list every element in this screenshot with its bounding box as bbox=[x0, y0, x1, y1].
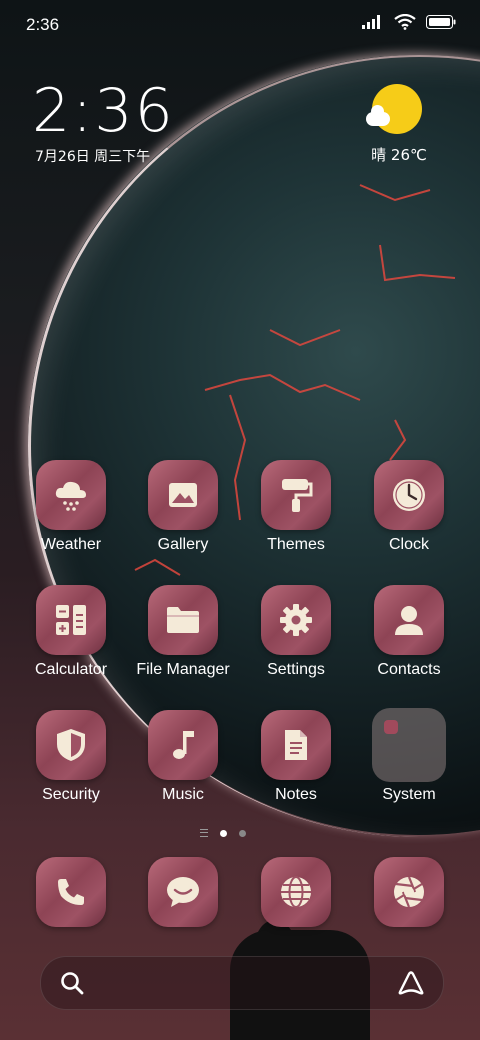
wifi-icon bbox=[394, 14, 416, 30]
messages-app-tile[interactable] bbox=[148, 857, 218, 927]
cloud-icon bbox=[366, 105, 390, 126]
status-bar: 2:36 bbox=[0, 0, 480, 50]
folder-mini-app-icon bbox=[384, 720, 398, 734]
app-label: Themes bbox=[267, 536, 325, 553]
music-note-icon bbox=[173, 731, 194, 759]
weather-text: 晴 26℃ bbox=[371, 146, 427, 164]
themes-app-tile[interactable] bbox=[261, 460, 331, 530]
message-bubble-icon bbox=[167, 877, 199, 907]
assistant-icon[interactable] bbox=[397, 971, 425, 995]
calculator-app-tile[interactable] bbox=[36, 585, 106, 655]
battery-icon bbox=[426, 15, 456, 29]
paint-roller-icon bbox=[282, 479, 313, 512]
clock-app-tile[interactable] bbox=[374, 460, 444, 530]
notes-app-tile[interactable] bbox=[261, 710, 331, 780]
folder-system[interactable]: System bbox=[354, 708, 464, 804]
app-label: Music bbox=[162, 786, 204, 803]
app-settings[interactable]: Settings bbox=[241, 585, 351, 679]
dock-camera[interactable] bbox=[354, 857, 464, 927]
app-label: Calculator bbox=[34, 661, 108, 678]
person-icon bbox=[395, 606, 423, 635]
app-label: Clock bbox=[388, 536, 429, 553]
dock-phone[interactable] bbox=[16, 857, 126, 927]
security-app-tile[interactable] bbox=[36, 710, 106, 780]
weather-app-tile[interactable] bbox=[36, 460, 106, 530]
phone-icon bbox=[58, 879, 84, 905]
app-label: Gallery bbox=[157, 536, 209, 553]
widget-date[interactable]: 7月26日 周三下午 bbox=[35, 146, 150, 166]
app-contacts[interactable]: Contacts bbox=[354, 585, 464, 679]
dock-browser[interactable] bbox=[241, 857, 351, 927]
app-weather[interactable]: Weather bbox=[16, 460, 126, 554]
search-icon[interactable] bbox=[59, 970, 85, 996]
clock-icon bbox=[393, 479, 425, 511]
gallery-image-icon bbox=[169, 483, 197, 507]
phone-app-tile[interactable] bbox=[36, 857, 106, 927]
globe-icon bbox=[281, 876, 311, 908]
app-music[interactable]: Music bbox=[128, 710, 238, 804]
app-calculator[interactable]: Calculator bbox=[16, 585, 126, 679]
app-clock[interactable]: Clock bbox=[354, 460, 464, 554]
page-indicator[interactable] bbox=[200, 829, 246, 837]
camera-app-tile[interactable] bbox=[374, 857, 444, 927]
gallery-app-tile[interactable] bbox=[148, 460, 218, 530]
folder-icon bbox=[167, 607, 199, 633]
calculator-icon bbox=[56, 605, 86, 635]
settings-app-tile[interactable] bbox=[261, 585, 331, 655]
app-themes[interactable]: Themes bbox=[241, 460, 351, 554]
app-file-manager[interactable]: File Manager bbox=[128, 585, 238, 679]
browser-app-tile[interactable] bbox=[261, 857, 331, 927]
cellular-signal-icon bbox=[362, 15, 380, 29]
search-bar[interactable] bbox=[40, 956, 444, 1010]
app-label: Contacts bbox=[377, 661, 441, 678]
page-dot[interactable] bbox=[239, 829, 246, 837]
file-manager-app-tile[interactable] bbox=[148, 585, 218, 655]
app-label: System bbox=[382, 786, 436, 803]
app-label: File Manager bbox=[136, 661, 230, 678]
app-gallery[interactable]: Gallery bbox=[128, 460, 238, 554]
app-notes[interactable]: Notes bbox=[241, 710, 351, 804]
shield-icon bbox=[57, 729, 85, 761]
app-label: Weather bbox=[40, 536, 102, 553]
widget-clock[interactable]: 2:36 bbox=[32, 76, 175, 146]
folder-group-icon[interactable] bbox=[372, 708, 446, 782]
dock-messages[interactable] bbox=[128, 857, 238, 927]
music-app-tile[interactable] bbox=[148, 710, 218, 780]
app-label: Security bbox=[42, 786, 100, 803]
camera-aperture-icon bbox=[394, 876, 424, 908]
page-dot-active[interactable] bbox=[220, 829, 227, 837]
app-drawer-icon[interactable] bbox=[200, 829, 208, 837]
status-time: 2:36 bbox=[26, 15, 60, 34]
app-label: Settings bbox=[267, 661, 325, 678]
document-icon bbox=[285, 730, 307, 760]
weather-snow-cloud-icon bbox=[55, 481, 86, 511]
app-security[interactable]: Security bbox=[16, 710, 126, 804]
app-label: Notes bbox=[275, 786, 317, 803]
contacts-app-tile[interactable] bbox=[374, 585, 444, 655]
gear-icon bbox=[280, 604, 312, 636]
